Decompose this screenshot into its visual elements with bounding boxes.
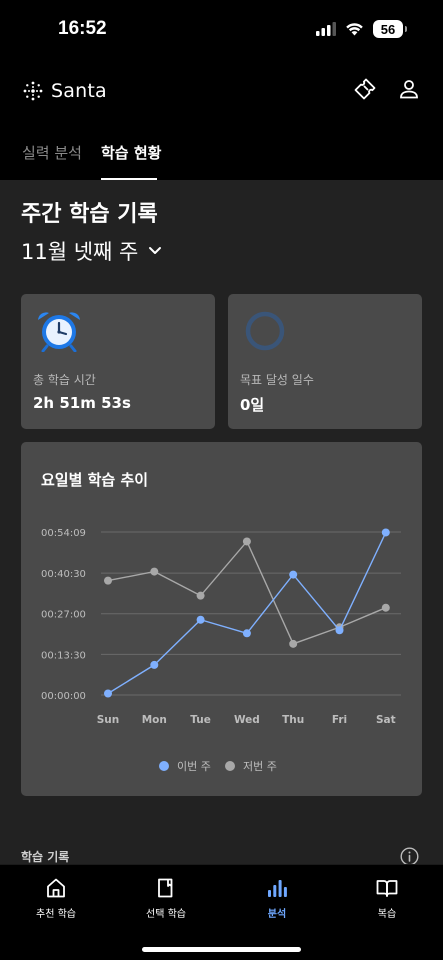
data-point: [104, 576, 112, 585]
series-line-this-week: [107, 532, 387, 695]
signal-icon: [316, 22, 336, 36]
x-tick-label: Tue: [190, 714, 211, 726]
data-point: [289, 570, 298, 579]
data-point: [150, 660, 159, 669]
nav-analysis[interactable]: 분석: [222, 877, 332, 920]
progress-ring-icon: [245, 311, 285, 351]
week-selector[interactable]: 11월 넷째 주: [21, 236, 162, 266]
data-point: [381, 603, 390, 612]
nav-label-analysis: 분석: [267, 909, 287, 920]
data-point: [289, 639, 298, 648]
x-tick-label: Sat: [376, 714, 396, 726]
app-header: Santa: [0, 60, 443, 122]
y-tick-label: 00:13:30: [41, 650, 86, 661]
y-tick-label: 00:00:00: [41, 691, 86, 702]
y-tick-label: 00:40:30: [41, 569, 86, 580]
bar-chart-icon: [268, 880, 287, 897]
data-point: [150, 567, 159, 576]
nav-label-review: 복습: [377, 909, 397, 920]
x-tick-label: Wed: [234, 714, 260, 726]
study-time-label: 총 학습 시간: [33, 373, 96, 387]
data-point: [381, 528, 390, 537]
data-point: [104, 689, 112, 698]
legend-marker: [159, 761, 169, 771]
x-tick-label: Sun: [97, 714, 120, 726]
status-time: 16:52: [58, 18, 107, 39]
nav-selected-study[interactable]: 선택 학습: [111, 877, 221, 920]
legend-label: 이번 주: [177, 760, 211, 773]
goal-days-card[interactable]: 목표 달성 일수 0일: [228, 294, 422, 429]
home-indicator: [142, 947, 301, 952]
status-bar: 16:52 56: [0, 0, 443, 60]
info-icon[interactable]: [400, 847, 419, 864]
data-point: [335, 626, 344, 635]
chevron-down-icon: [149, 247, 162, 254]
legend-label: 저번 주: [243, 760, 277, 773]
tab-study-status[interactable]: 학습 현황: [101, 142, 161, 163]
data-point: [196, 591, 205, 600]
home-icon: [47, 878, 65, 898]
x-tick-label: Thu: [282, 714, 304, 726]
santa-logo[interactable]: Santa: [22, 80, 107, 102]
series-line-last-week: [107, 540, 387, 645]
weekly-record-title: 주간 학습 기록: [21, 202, 158, 227]
alarm-clock-icon: [38, 312, 80, 352]
book-page-icon: [158, 878, 173, 898]
y-tick-label: 00:27:00: [41, 610, 86, 621]
study-time-value: 2h 51m 53s: [33, 394, 131, 412]
daily-trend-chart: 00:00:00 00:13:30 00:27:00 00:40:30 00:54:09…: [41, 528, 401, 773]
open-book-icon: [376, 880, 398, 897]
goal-days-value: 0일: [240, 396, 265, 414]
main-content[interactable]: 주간 학습 기록 11월 넷째 주 총 학습 시간 2h 51m 53s 목표 …: [0, 180, 443, 864]
wifi-icon: [346, 23, 363, 36]
x-tick-label: Fri: [332, 714, 347, 726]
study-record-title: 학습 기록: [21, 850, 70, 864]
santa-logo-icon: [23, 81, 43, 101]
ticket-icon[interactable]: [352, 76, 378, 102]
data-point: [242, 629, 251, 638]
data-point: [242, 537, 251, 546]
analysis-tabs: 실력 분석 학습 현황: [0, 122, 443, 180]
status-icons: 56: [316, 20, 407, 38]
x-tick-label: Mon: [142, 714, 167, 726]
logo-text: Santa: [51, 80, 107, 102]
battery-icon: 56: [373, 20, 407, 38]
study-time-card[interactable]: 총 학습 시간 2h 51m 53s: [21, 294, 215, 429]
legend-marker: [225, 761, 235, 771]
bottom-nav: 추천 학습 선택 학습 분석 복습: [0, 864, 443, 960]
nav-recommended-study[interactable]: 추천 학습: [1, 877, 111, 920]
y-tick-label: 00:54:09: [41, 528, 86, 539]
nav-label-selected: 선택 학습: [146, 909, 186, 920]
week-label: 11월 넷째 주: [21, 240, 139, 264]
data-point: [196, 615, 205, 624]
nav-label-recommended: 추천 학습: [36, 909, 76, 920]
nav-review[interactable]: 복습: [332, 877, 442, 920]
goal-days-label: 목표 달성 일수: [240, 373, 314, 387]
tab-skill-analysis[interactable]: 실력 분석: [22, 142, 82, 163]
daily-trend-chart-card: 요일별 학습 추이 00:00:00 00:13:30 00:27:00 00:40:…: [21, 442, 422, 796]
profile-icon[interactable]: [396, 76, 422, 102]
